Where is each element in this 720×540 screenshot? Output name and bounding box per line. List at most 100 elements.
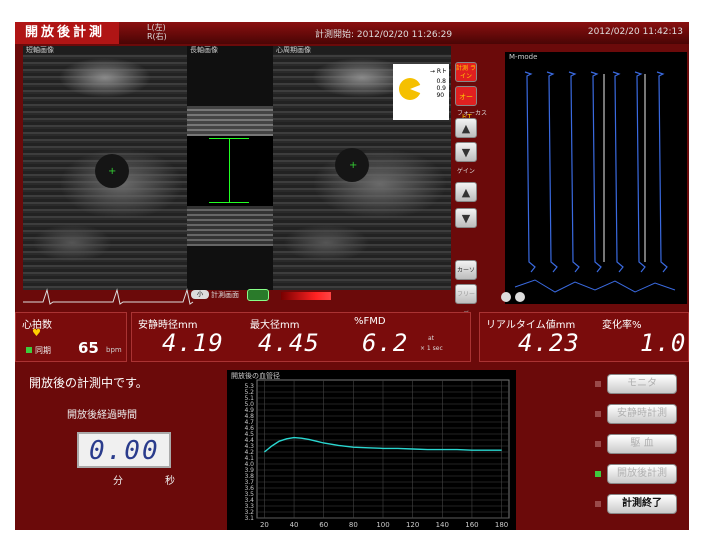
- diameter-panel: 安静時径mm 4.19 最大径mm 4.45 %FMD 6.2 at × 1 s…: [131, 312, 471, 362]
- mode-button-1[interactable]: 安静時計測: [607, 404, 677, 424]
- long-axis-label: 長軸画像: [190, 46, 218, 54]
- y-tick-label: 5.1: [244, 395, 254, 402]
- y-tick-label: 4.1: [244, 455, 254, 462]
- y-tick-label: 3.8: [244, 473, 254, 480]
- freeze-button[interactable]: フリーズ: [455, 284, 477, 318]
- screen-title: 開放後計測: [15, 22, 119, 44]
- x-tick-label: 100: [376, 521, 389, 529]
- change-rate-label: 変化率%: [602, 320, 642, 331]
- gain-up-button[interactable]: ▲: [455, 182, 477, 202]
- short-axis-image[interactable]: 短軸画像 +: [23, 46, 187, 290]
- cursor-button[interactable]: カーソル: [455, 260, 477, 294]
- focus-label: フォーカス: [457, 110, 488, 117]
- y-tick-label: 5.0: [244, 401, 254, 408]
- m-mode-traces: [514, 71, 676, 293]
- change-rate-value: 1.0: [640, 329, 687, 357]
- diameter-graph: 開放後の血管径 20 40 60 80 100 120 140 160 180 3.1 3.2 3.3…: [227, 370, 516, 530]
- overlay-box: → Rト 0.8 0.9 90: [393, 64, 449, 120]
- triangle-up-icon: ▲: [461, 122, 471, 135]
- overlay-title: → Rト: [429, 68, 447, 75]
- side-left-label: L(左): [147, 23, 166, 32]
- next-icon[interactable]: [515, 292, 525, 302]
- surface-toggle[interactable]: [247, 289, 269, 301]
- measure-line-label: 計測 ライン: [456, 65, 476, 80]
- vessel-lumen-long: [187, 136, 273, 206]
- overlay-value: 0.9: [436, 85, 446, 92]
- button-indicator-led: [595, 441, 601, 447]
- button-indicator-led: [595, 411, 601, 417]
- side-right-label: R(右): [147, 32, 167, 41]
- y-tick-label: 3.4: [244, 497, 254, 504]
- y-tick-label: 3.3: [244, 503, 254, 510]
- auto-t-button[interactable]: オートT: [455, 86, 477, 121]
- triangle-down-icon: ▼: [461, 212, 471, 225]
- mode-button-4[interactable]: 計測終了: [607, 494, 677, 514]
- fmd-at-label: at: [428, 335, 435, 342]
- y-tick-label: 3.7: [244, 479, 254, 486]
- y-tick-label: 3.9: [244, 467, 254, 474]
- gain-label: ゲイン: [457, 168, 475, 175]
- header-bar: 開放後計測 L(左) R(右) 計測開始: 2012/02/20 11:26:2…: [15, 22, 689, 44]
- y-tick-label: 4.9: [244, 407, 254, 414]
- measure-line-button[interactable]: 計測 ライン: [455, 62, 477, 82]
- side-indicator: L(左) R(右): [147, 23, 167, 41]
- timer-value: 0.00: [89, 436, 160, 466]
- heart-rate-value: 65: [78, 339, 99, 357]
- y-tick-label: 4.8: [244, 413, 254, 420]
- focus-down-button[interactable]: ▼: [455, 142, 477, 162]
- x-tick-label: 60: [319, 521, 328, 529]
- measure-start-time: 計測開始: 2012/02/20 11:26:29: [315, 30, 453, 40]
- max-diameter-value: 4.45: [258, 329, 320, 357]
- heart-rate-unit: bpm: [106, 346, 122, 354]
- y-tick-label: 4.7: [244, 419, 254, 426]
- triangle-up-icon: ▲: [461, 186, 471, 199]
- status-message: 開放後の計測中です。: [29, 376, 148, 390]
- x-tick-label: 140: [436, 521, 449, 529]
- overlay-value: 90: [436, 92, 445, 99]
- mode-button-3[interactable]: 開放後計測: [607, 464, 677, 484]
- small-button[interactable]: 小: [191, 290, 209, 299]
- second-unit: 秒: [165, 476, 175, 487]
- button-indicator-led: [595, 381, 601, 387]
- m-mode-label: M-mode: [509, 53, 538, 61]
- button-indicator-led: [595, 501, 601, 507]
- x-tick-label: 120: [406, 521, 419, 529]
- overlay-value: 0.8: [436, 78, 446, 85]
- focus-up-button[interactable]: ▲: [455, 118, 477, 138]
- realtime-value: 4.23: [518, 329, 580, 357]
- vessel-wall-bottom: [187, 206, 273, 246]
- x-tick-label: 40: [290, 521, 299, 529]
- elapsed-timer: 0.00: [77, 432, 171, 468]
- y-tick-label: 4.4: [244, 437, 254, 444]
- mode-button-2[interactable]: 駆 血: [607, 434, 677, 454]
- m-mode-panel: M-mode: [505, 52, 687, 304]
- y-tick-label: 4.3: [244, 443, 254, 450]
- elapsed-time-label: 開放後経過時間: [67, 410, 137, 421]
- x-tick-label: 20: [260, 521, 269, 529]
- x-tick-label: 160: [465, 521, 478, 529]
- y-tick-label: 3.6: [244, 485, 254, 492]
- sync-label: 同期: [35, 346, 51, 355]
- y-tick-label: 3.5: [244, 491, 254, 498]
- y-tick-label: 3.2: [244, 509, 254, 516]
- short-axis-marker: +: [108, 166, 117, 177]
- caliper-line-vertical: [229, 138, 230, 202]
- cardiac-cycle-image[interactable]: 心周期画像 + → Rト 0.8 0.9 90: [273, 46, 451, 290]
- x-tick-label: 180: [495, 521, 508, 529]
- app-window: 開放後計測 L(左) R(右) 計測開始: 2012/02/20 11:26:2…: [15, 22, 689, 530]
- sync-led: [26, 347, 32, 353]
- caliper-line-bottom: [209, 202, 249, 203]
- diameter-chart: 20 40 60 80 100 120 140 160 1803.13.23.33.43.53.…: [244, 379, 510, 529]
- rest-diameter-value: 4.19: [162, 329, 224, 357]
- y-tick-label: 4.0: [244, 461, 254, 468]
- y-tick-label: 3.1: [244, 515, 254, 522]
- vessel-wall-top: [187, 106, 273, 136]
- cardiac-image-marker: +: [349, 160, 358, 171]
- button-indicator-led: [595, 471, 601, 477]
- mode-button-0[interactable]: モニタ: [607, 374, 677, 394]
- prev-icon[interactable]: [501, 292, 511, 302]
- gain-down-button[interactable]: ▼: [455, 208, 477, 228]
- y-tick-label: 4.2: [244, 449, 254, 456]
- long-axis-image[interactable]: 長軸画像: [187, 46, 273, 290]
- level-bar: [281, 292, 331, 300]
